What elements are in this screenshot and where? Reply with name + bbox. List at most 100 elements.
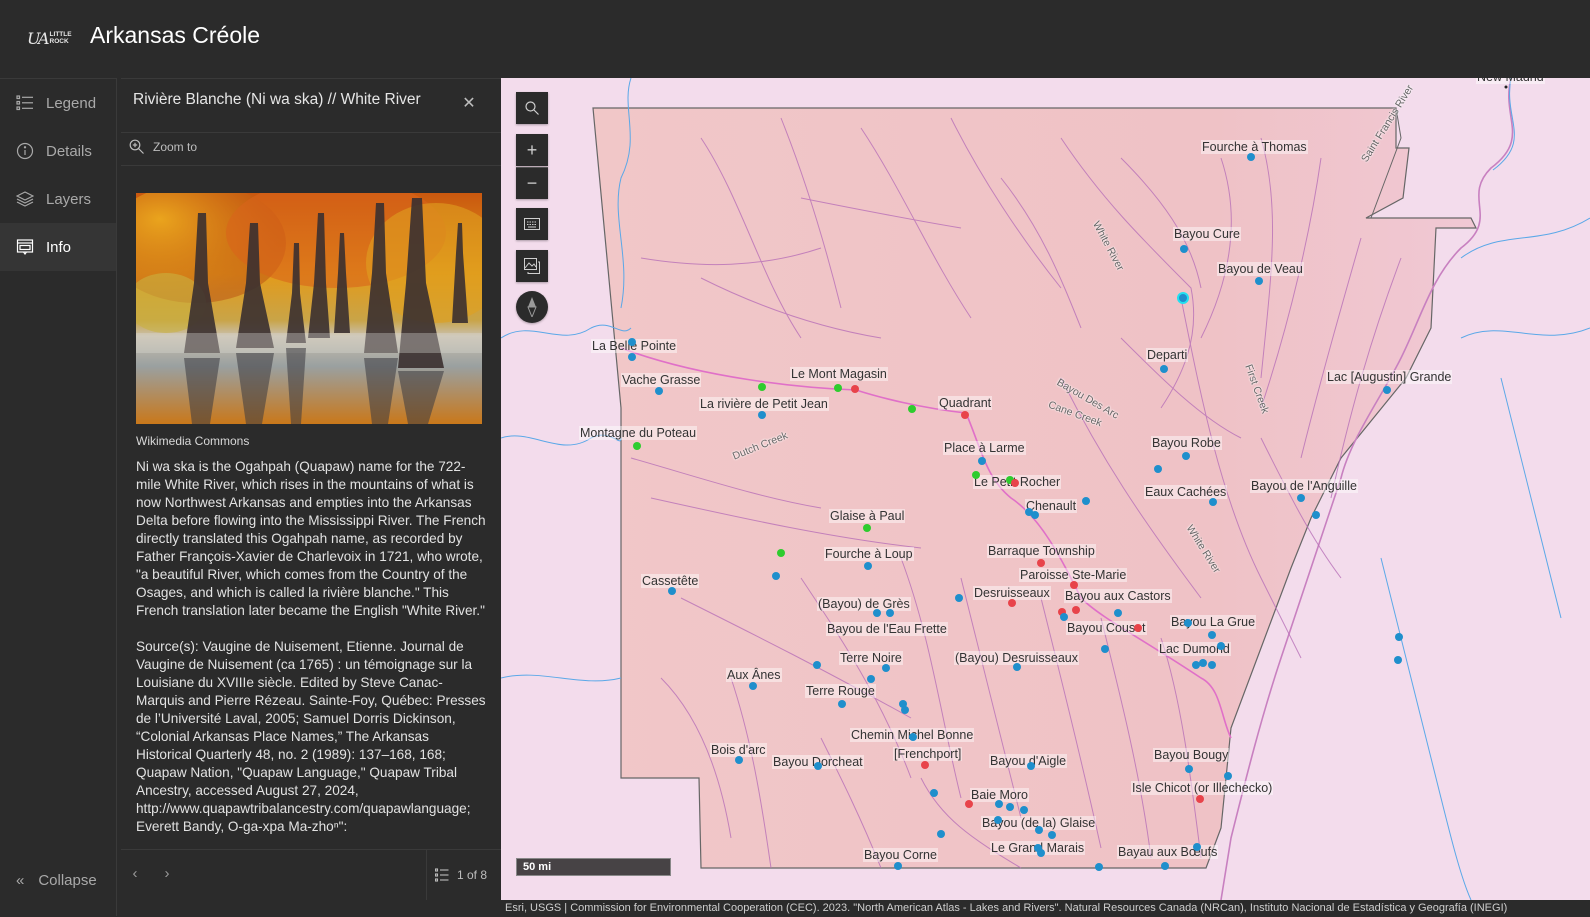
place-point-red[interactable] [961,411,969,419]
place-point-blue[interactable] [995,800,1003,808]
place-point-red[interactable] [851,385,859,393]
place-point-blue[interactable] [1180,245,1188,253]
place-point-blue[interactable] [894,862,902,870]
place-point-green[interactable] [777,549,785,557]
place-point-blue[interactable] [867,675,875,683]
place-point-blue[interactable] [1020,806,1028,814]
place-point-blue[interactable] [838,700,846,708]
place-point-blue[interactable] [901,706,909,714]
place-point-red[interactable] [1072,606,1080,614]
place-point-red[interactable] [1011,479,1019,487]
place-point-blue[interactable] [1114,609,1122,617]
place-label[interactable]: Barraque Township [987,544,1096,558]
zoom-out-button[interactable]: − [516,167,548,199]
place-point-blue[interactable] [814,762,822,770]
place-label[interactable]: Lac [Augustin] Grande [1326,370,1453,384]
place-label[interactable]: [Frenchport] [893,747,963,761]
collapse-button[interactable]: « Collapse [16,872,97,889]
place-label[interactable]: Cassetête [641,574,700,588]
place-label[interactable]: Isle Chicot (or Illechecko) [1131,781,1274,795]
place-label[interactable]: Terre Rouge [805,684,876,698]
place-point-blue[interactable] [1027,762,1035,770]
place-point-blue[interactable] [1297,494,1305,502]
place-point-blue[interactable] [1312,511,1320,519]
place-label[interactable]: Bayou Cure [1173,227,1242,241]
place-point-green[interactable] [863,524,871,532]
place-point-red[interactable] [1070,581,1078,589]
place-label[interactable]: Bayou aux Castors [1064,589,1172,603]
place-point-blue[interactable] [772,572,780,580]
place-point-blue[interactable] [1031,511,1039,519]
place-label[interactable]: Quadrant [938,396,993,410]
place-label[interactable]: Bayou Robe [1151,436,1222,450]
place-label[interactable]: Bayou Corne [863,848,938,862]
place-point-blue[interactable] [813,661,821,669]
place-point-blue[interactable] [1208,661,1216,669]
zoom-in-button[interactable]: + [516,134,548,166]
feature-pager[interactable]: 1 of 8 [426,850,501,900]
place-point-green[interactable] [972,471,980,479]
selected-feature-point[interactable] [1179,294,1187,302]
place-label[interactable]: Bayou La Grue [1170,615,1257,629]
place-point-blue[interactable] [749,682,757,690]
place-label[interactable]: Bayou de Veau [1217,262,1304,276]
place-point-blue[interactable] [1095,863,1103,871]
map-attribution[interactable]: Esri, USGS | Commission for Environmenta… [501,900,1590,916]
place-point-blue[interactable] [978,457,986,465]
place-point-blue[interactable] [1199,659,1207,667]
place-point-blue[interactable] [655,387,663,395]
place-label[interactable]: Bayou de l'Anguille [1250,479,1358,493]
action-layers[interactable]: Layers [0,175,116,223]
place-label[interactable]: Place à Larme [943,441,1026,455]
place-point-blue[interactable] [1217,642,1225,650]
place-label[interactable]: Bayou de l'Eau Frette [826,622,948,636]
action-legend[interactable]: Legend [0,79,116,127]
place-label[interactable]: La rivière de Petit Jean [699,397,829,411]
next-feature-button[interactable]: › [156,862,178,884]
place-point-blue[interactable] [864,562,872,570]
place-point-blue[interactable] [1193,843,1201,851]
compass-button[interactable] [516,291,548,323]
place-point-blue[interactable] [668,587,676,595]
place-point-blue[interactable] [886,609,894,617]
place-label[interactable]: Glaise à Paul [829,509,906,523]
place-point-blue[interactable] [882,664,890,672]
place-point-blue[interactable] [1037,849,1045,857]
search-button[interactable] [516,92,548,124]
place-point-blue[interactable] [1035,826,1043,834]
place-label[interactable]: Le Mont Magasin [790,367,888,381]
popup-content[interactable]: Wikimedia Commons Ni wa ska is the Ogahp… [121,167,501,847]
place-point-blue[interactable] [1224,772,1232,780]
place-point-blue[interactable] [1184,619,1192,627]
place-point-green[interactable] [633,442,641,450]
place-point-red[interactable] [1037,559,1045,567]
place-point-green[interactable] [758,383,766,391]
action-info[interactable]: Info [0,223,116,271]
place-point-blue[interactable] [909,733,917,741]
place-point-blue[interactable] [1013,663,1021,671]
place-point-blue[interactable] [1160,365,1168,373]
place-point-red[interactable] [1196,795,1204,803]
basemap-gallery-button[interactable] [516,250,548,282]
map-view[interactable]: Saint Francis River White River Bayou De… [501,78,1590,900]
place-label[interactable]: Eaux Cachées [1144,485,1228,499]
place-label[interactable]: (Bayou) de Grès [817,597,911,611]
place-label[interactable]: Aux Ânes [726,668,782,682]
place-point-blue[interactable] [1255,277,1263,285]
previous-feature-button[interactable]: ‹ [124,862,146,884]
place-point-blue[interactable] [1161,862,1169,870]
place-label[interactable]: Bois d'arc [710,743,767,757]
place-point-green[interactable] [908,405,916,413]
action-details[interactable]: Details [0,127,116,175]
place-point-blue[interactable] [1208,631,1216,639]
place-label[interactable]: New Madrid [1476,78,1545,84]
place-point-blue[interactable] [1209,498,1217,506]
place-point-green[interactable] [834,384,842,392]
place-label[interactable]: Departi [1146,348,1189,362]
keyboard-shortcuts-button[interactable] [516,208,548,240]
place-point-blue[interactable] [873,609,881,617]
place-point-blue[interactable] [955,594,963,602]
place-label[interactable]: Bayau aux Bœufs [1117,845,1219,859]
place-point-blue[interactable] [1394,656,1402,664]
close-button[interactable]: ✕ [459,93,479,113]
